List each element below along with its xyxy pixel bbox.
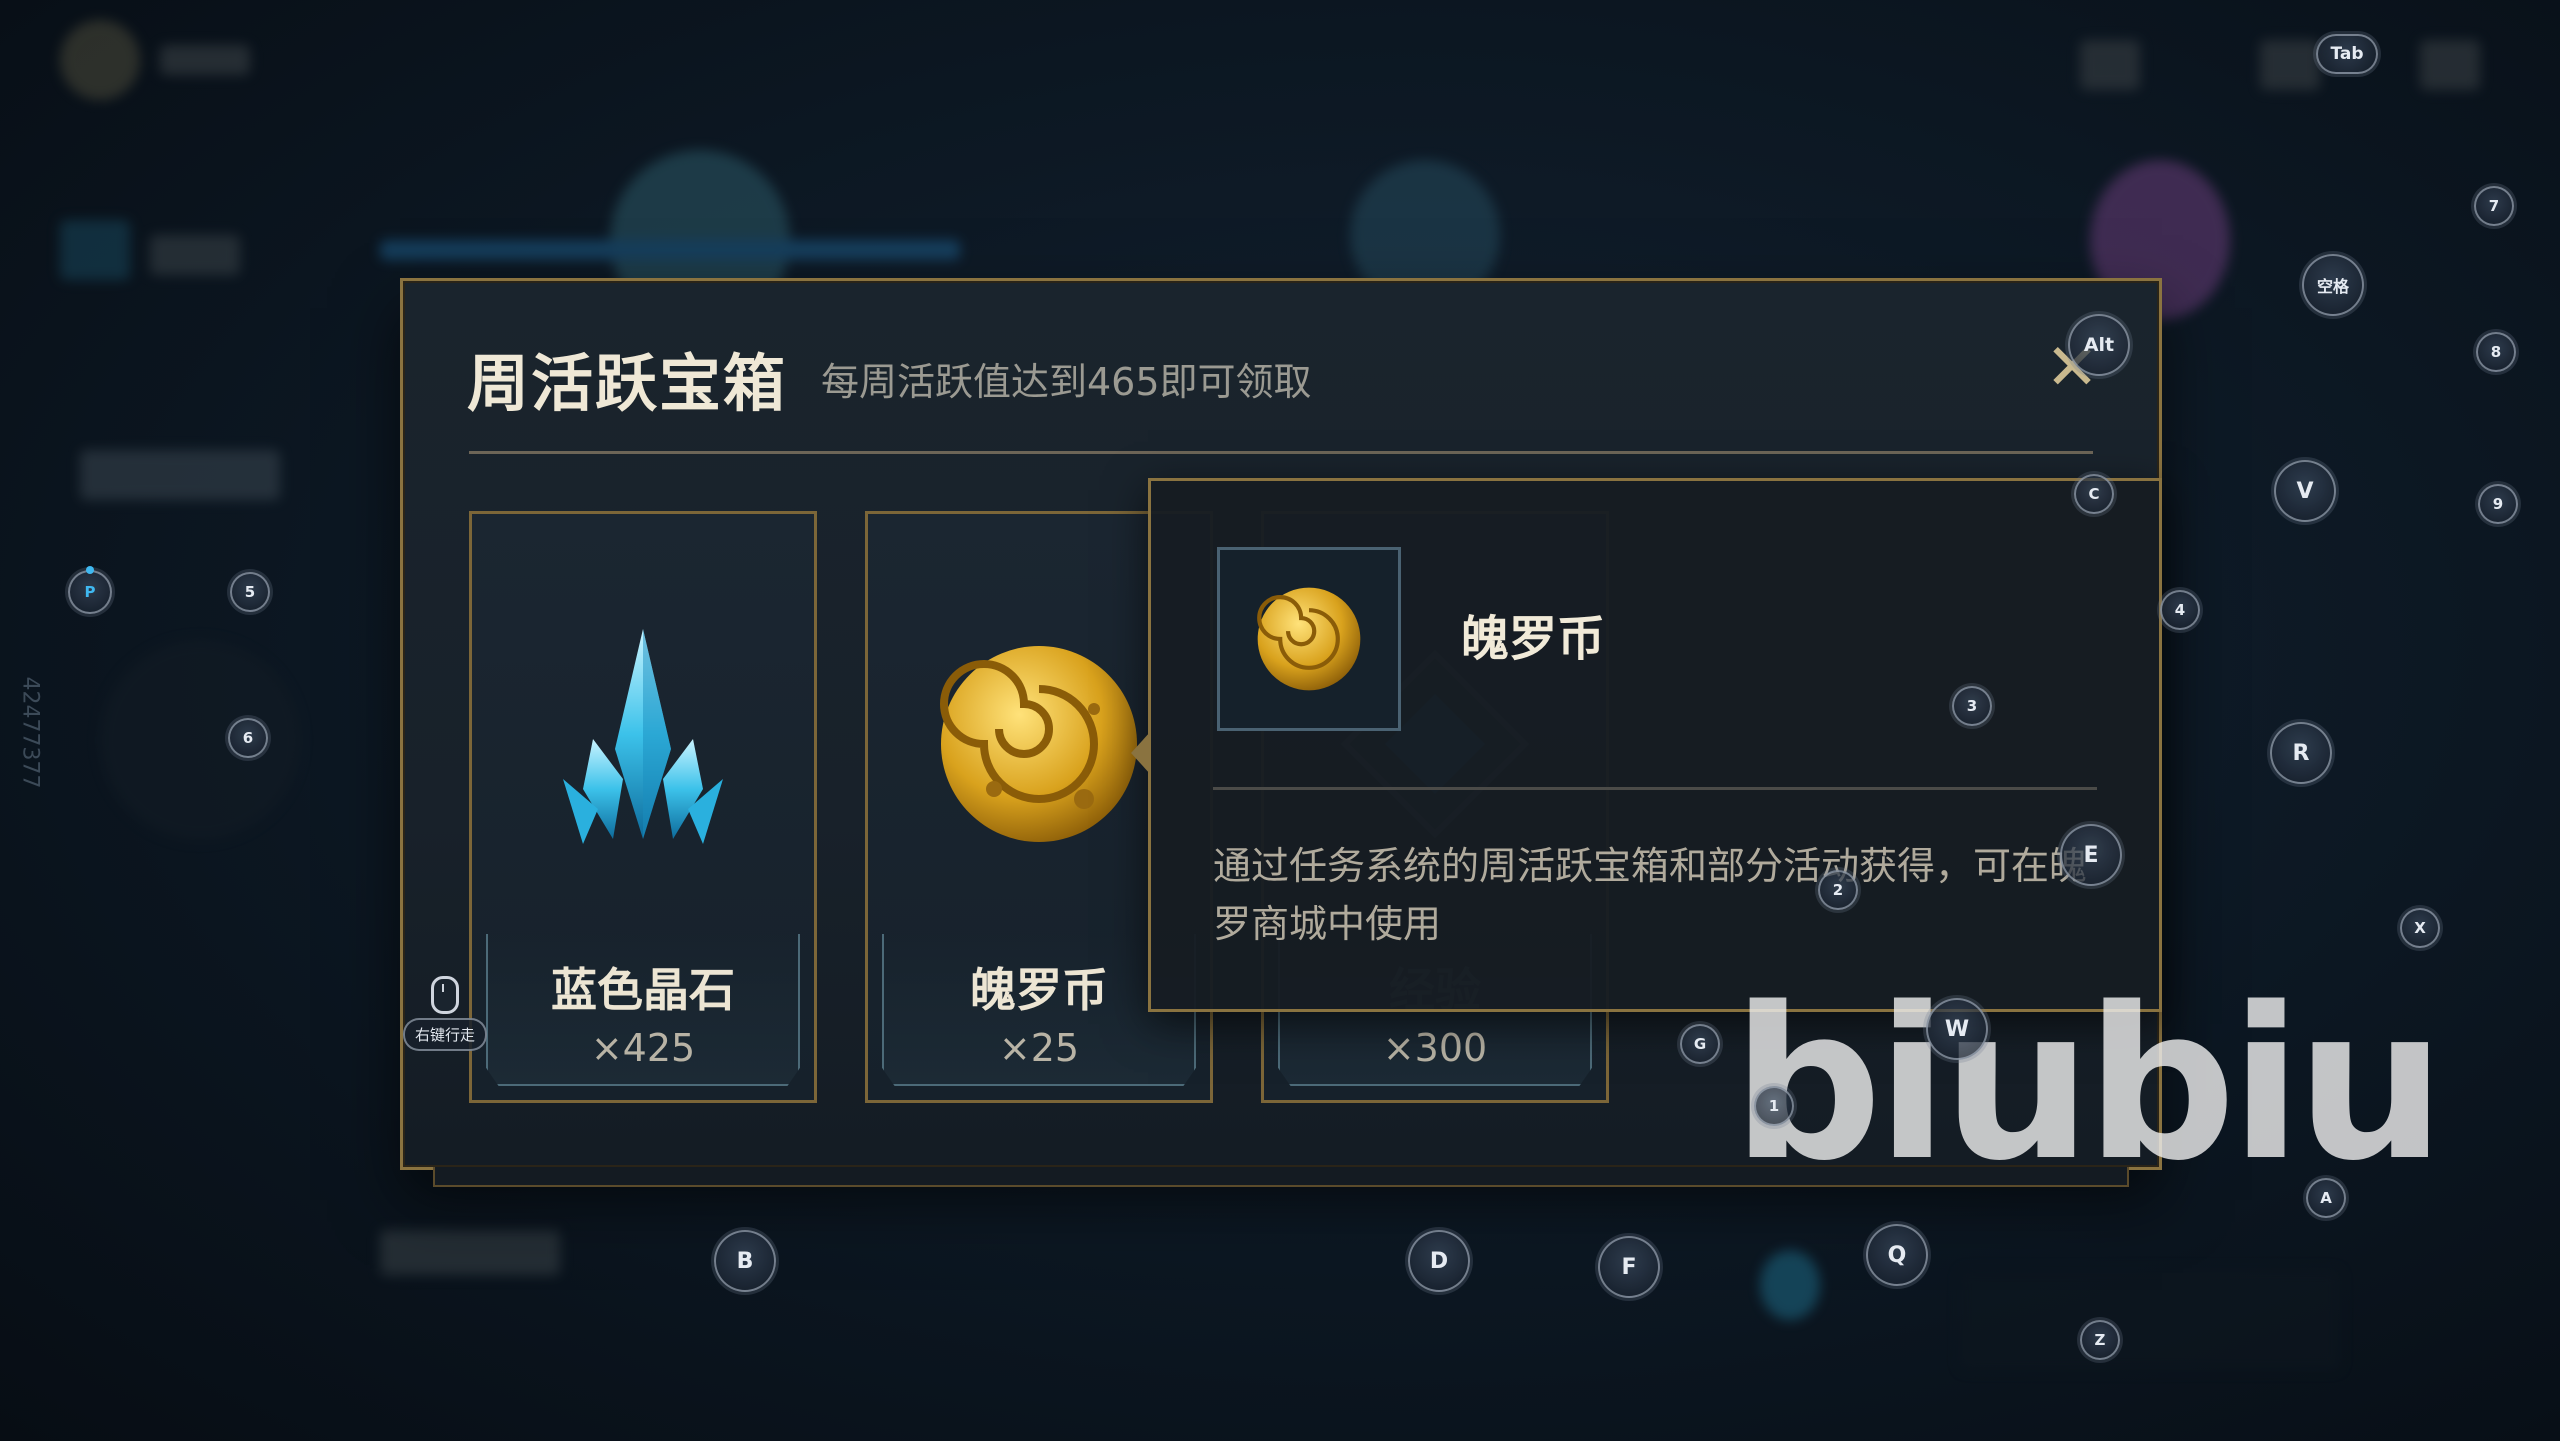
mouse-hint-label: 右键行走 (402, 1018, 487, 1051)
hotkey-d[interactable]: D (1408, 1230, 1470, 1292)
hotkey-9[interactable]: 9 (2478, 484, 2518, 524)
hotkey-q[interactable]: Q (1866, 1224, 1928, 1286)
hotkey-g[interactable]: G (1680, 1024, 1720, 1064)
hotkey-p-label: P (84, 583, 96, 601)
tooltip-divider (1213, 787, 2097, 790)
watermark-text: biubiu (1732, 962, 2446, 1207)
hotkey-alt[interactable]: Alt (2068, 314, 2130, 376)
hotkey-8[interactable]: 8 (2476, 332, 2516, 372)
hotkey-tab[interactable]: Tab (2316, 34, 2378, 74)
hotkey-e[interactable]: E (2060, 824, 2122, 886)
side-id-text: 42477377 (17, 676, 43, 789)
mouse-icon (431, 976, 459, 1014)
hotkey-p[interactable]: P (68, 566, 112, 614)
title-divider (469, 451, 2093, 454)
hotkey-c[interactable]: C (2074, 474, 2114, 514)
hotkey-f[interactable]: F (1598, 1236, 1660, 1298)
hotkey-z[interactable]: Z (2080, 1320, 2120, 1360)
hotkey-w[interactable]: W (1926, 998, 1988, 1060)
reward-name: 蓝色晶石 (551, 963, 735, 1017)
blue-crystal-icon (472, 624, 814, 864)
active-indicator (86, 566, 94, 574)
reward-quantity: ×425 (590, 1026, 696, 1070)
tooltip-item-name: 魄罗币 (1461, 611, 1606, 667)
hotkey-v[interactable]: V (2274, 460, 2336, 522)
hotkey-7[interactable]: 7 (2474, 186, 2514, 226)
hotkey-b[interactable]: B (714, 1230, 776, 1292)
tooltip-pointer (1131, 731, 1151, 775)
mouse-hint: 右键行走 (400, 976, 490, 1051)
hotkey-3[interactable]: 3 (1952, 686, 1992, 726)
hotkey-x[interactable]: X (2400, 908, 2440, 948)
hotkey-2[interactable]: 2 (1818, 870, 1858, 910)
tooltip-description: 通过任务系统的周活跃宝箱和部分活动获得，可在魄罗商城中使用 (1213, 844, 2088, 946)
hotkey-4[interactable]: 4 (2160, 590, 2200, 630)
hotkey-r[interactable]: R (2270, 722, 2332, 784)
hotkey-5[interactable]: 5 (230, 572, 270, 612)
poro-coin-icon (1217, 547, 1401, 731)
item-tooltip: 魄罗币 通过任务系统的周活跃宝箱和部分活动获得，可在魄罗商城中使用 (1131, 478, 2162, 1012)
reward-quantity: ×25 (998, 1026, 1080, 1070)
hotkey-a[interactable]: A (2306, 1178, 2346, 1218)
hotkey-6[interactable]: 6 (228, 718, 268, 758)
dialog-subtitle: 每周活跃值达到465即可领取 (821, 360, 1312, 404)
hotkey-1[interactable]: 1 (1754, 1086, 1794, 1126)
reward-card-blue-crystal[interactable]: 蓝色晶石 ×425 (469, 511, 817, 1103)
dialog-title: 周活跃宝箱 (467, 347, 788, 420)
hotkey-space[interactable]: 空格 (2302, 254, 2364, 316)
reward-quantity: ×300 (1382, 1026, 1488, 1070)
